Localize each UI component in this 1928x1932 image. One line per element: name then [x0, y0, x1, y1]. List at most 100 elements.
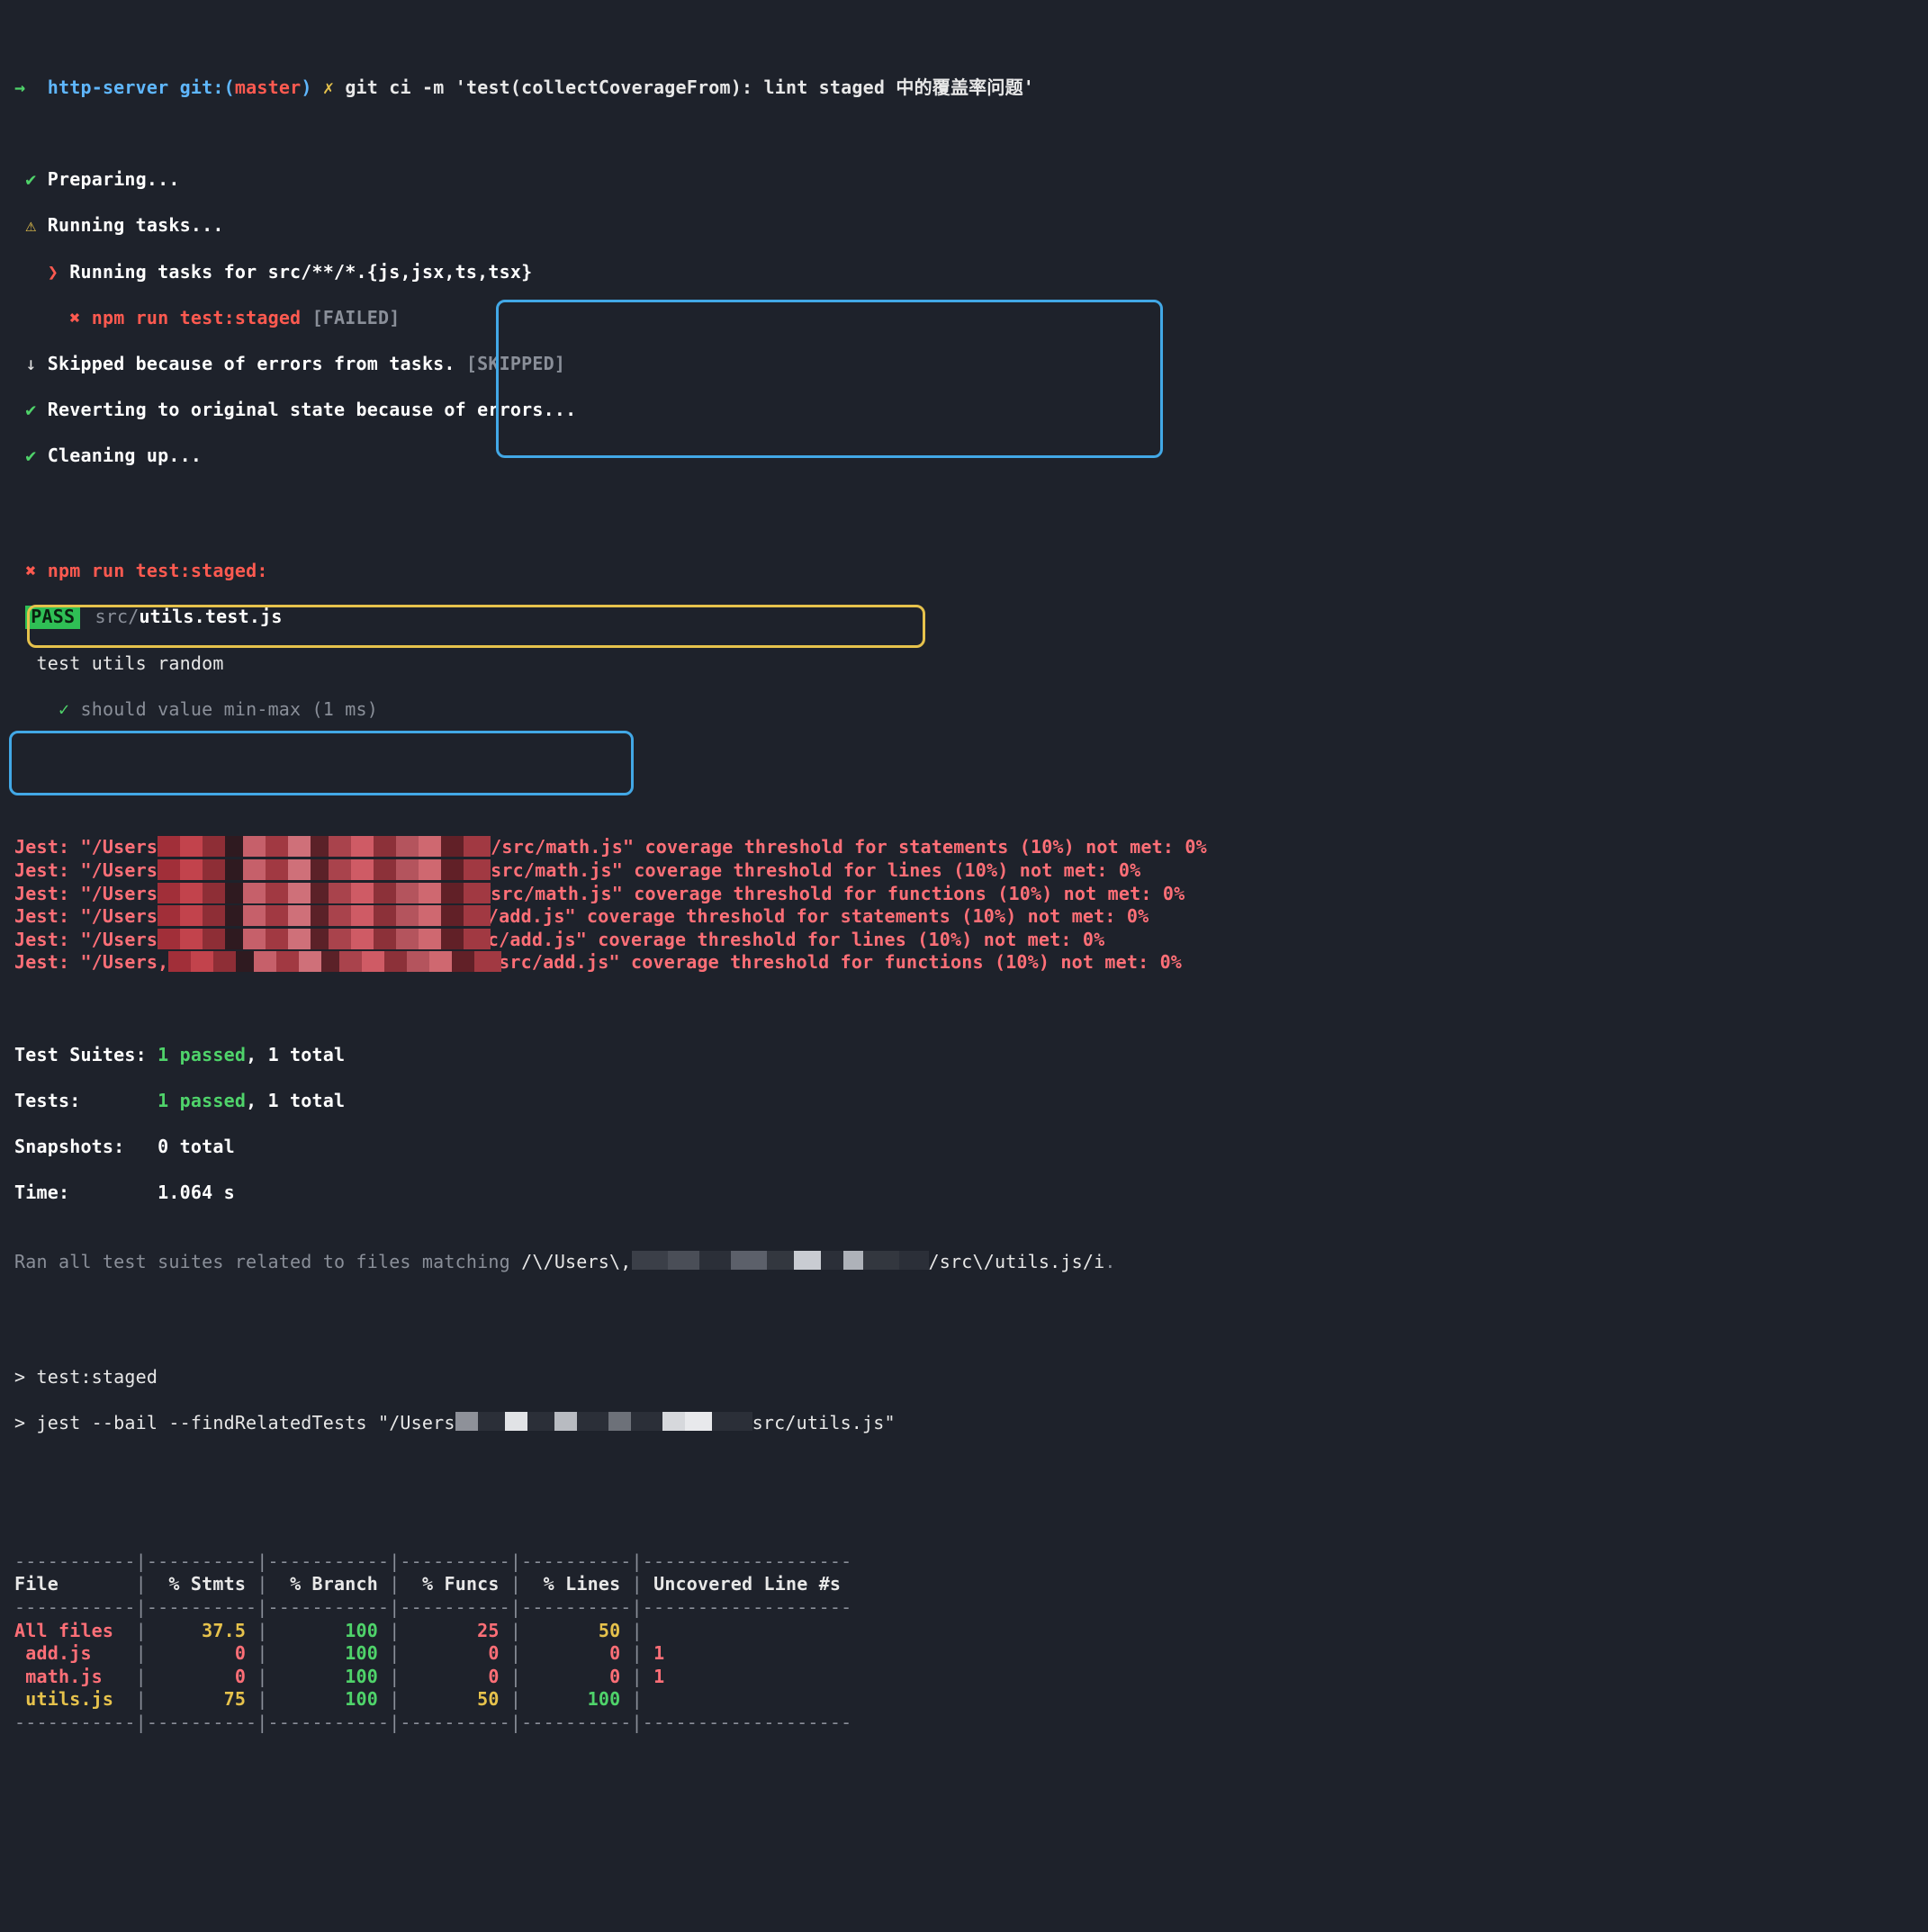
table-row: All files | 37.5 | 100 | 25 | 50 | — [14, 1620, 1928, 1643]
lint-revert-text: Reverting to original state because of e… — [48, 399, 577, 420]
lint-skip-text: Skipped because of errors from tasks. — [48, 353, 455, 374]
coverage-table: -----------|----------|-----------|-----… — [14, 1550, 1928, 1735]
jest-err-post: /math.js" coverage threshold for functio… — [524, 883, 1185, 904]
git-close: ) — [301, 76, 311, 98]
summary-snap-label: Snapshots: — [14, 1136, 124, 1157]
check-icon: ✔ — [25, 168, 36, 190]
jest-error-line: Jest: "/Users/src/add.js" coverage thres… — [14, 929, 1928, 952]
censored-path — [158, 883, 491, 903]
summary-suites-pass: 1 passed — [158, 1044, 246, 1065]
skipped-badge: [SKIPPED] — [466, 353, 565, 374]
ran-match-b: /src\/utils.js/i — [929, 1251, 1105, 1272]
cmd-b-post: src/utils.js" — [752, 1412, 896, 1433]
ran-prefix: Ran all test suites related to files mat… — [14, 1251, 521, 1272]
prompt-arrow-icon: → — [14, 76, 25, 98]
jest-error-line: Jest: "/Userssrc/add.js" coverage thresh… — [14, 905, 1928, 929]
jest-err-pre: Jest: "/Users — [14, 929, 158, 950]
table-row: math.js | 0 | 100 | 0 | 0 | 1 — [14, 1666, 1928, 1689]
lint-task-text: Running tasks for src/**/*.{js,jsx,ts,ts… — [69, 261, 532, 283]
jest-err-post: /add.js" coverage threshold for statemen… — [488, 905, 1149, 927]
summary-tests-pass: 1 passed — [158, 1090, 246, 1111]
jest-error-line: Jest: "/Users src/math.js" coverage thres… — [14, 883, 1928, 906]
lint-revert: ✔ Reverting to original state because of… — [14, 399, 1928, 422]
lint-skipped: ↓ Skipped because of errors from tasks. … — [14, 353, 1928, 376]
table-row: utils.js | 75 | 100 | 50 | 100 | — [14, 1688, 1928, 1712]
jest-err-pre: Jest: "/Users — [14, 836, 158, 858]
censored-path — [168, 951, 465, 972]
check-icon: ✔ — [25, 445, 36, 466]
prompt-dirty-icon: ✗ — [323, 76, 334, 98]
censored-path — [158, 836, 491, 857]
jest-error-line: Jest: "/Users,er/src/add.js" coverage th… — [14, 951, 1928, 975]
cmd-jest: > jest --bail --findRelatedTests "/Users… — [14, 1412, 1928, 1435]
jest-err-mid: /src — [491, 836, 535, 858]
pass-file: utils.test.js — [139, 606, 282, 627]
ran-dot: . — [1104, 1251, 1115, 1272]
jest-error-line: Jest: "/Users/src/math.js" coverage thre… — [14, 836, 1928, 859]
lint-preparing-text: Preparing... — [48, 168, 180, 190]
pass-badge: PASS — [25, 606, 80, 629]
cmd-b-pre: > jest --bail --findRelatedTests "/Users — [14, 1412, 455, 1433]
summary-snap-val: 0 total — [158, 1136, 235, 1157]
jest-err-mid: src — [491, 883, 524, 904]
lint-clean-text: Cleaning up... — [48, 445, 202, 466]
summary-tests-label: Tests: — [14, 1090, 80, 1111]
lint-task: ❯ Running tasks for src/**/*.{js,jsx,ts,… — [14, 261, 1928, 284]
jest-err-post: /add.js" coverage threshold for lines (1… — [499, 929, 1104, 950]
failed-badge: [FAILED] — [312, 307, 401, 328]
summary-time-val: 1.064 s — [158, 1182, 235, 1203]
censored-path — [632, 1251, 929, 1270]
cmd-test-staged: > test:staged — [14, 1366, 1928, 1389]
jest-err-pre: Jest: "/Users — [14, 905, 158, 927]
case-name: should value min-max (1 ms) — [80, 698, 378, 720]
lint-running-text: Running tasks... — [48, 214, 224, 236]
censored-path — [455, 1412, 752, 1431]
fail-icon: ✖ — [25, 560, 36, 581]
ran-match-a: /\/Users\, — [521, 1251, 631, 1272]
censored-path — [158, 929, 455, 949]
summary-suites-label: Test Suites: — [14, 1044, 147, 1065]
jest-error-line: Jest: "/Users src/math.js" coverage thres… — [14, 859, 1928, 883]
table-separator: -----------|----------|-----------|-----… — [14, 1596, 1928, 1620]
lint-failed: ✖ npm run test:staged [FAILED] — [14, 307, 1928, 330]
lint-running: ⚠ Running tasks... — [14, 214, 1928, 238]
suite-name: test utils random — [36, 652, 223, 674]
jest-pass-line: PASS src/utils.test.js — [14, 606, 1928, 629]
ran-line: Ran all test suites related to files mat… — [14, 1251, 1928, 1274]
summary-tests: Tests: 1 passed, 1 total — [14, 1090, 1928, 1113]
censored-path — [158, 905, 455, 926]
down-arrow-icon: ↓ — [25, 353, 36, 374]
summary-snapshots: Snapshots: 0 total — [14, 1136, 1928, 1159]
jest-err-pre: Jest: "/Users — [14, 859, 158, 881]
prompt-dir: http-server — [48, 76, 169, 98]
git-label: git:( — [180, 76, 235, 98]
jest-suite: test utils random — [14, 652, 1928, 676]
cmd-a: > test:staged — [14, 1366, 158, 1388]
chevron-right-icon: ❯ — [48, 261, 59, 283]
jest-case: ✓ should value min-max (1 ms) — [14, 698, 1928, 722]
summary-time: Time: 1.064 s — [14, 1182, 1928, 1205]
lint-failed-cmd: npm run test:staged — [92, 307, 302, 328]
summary-suites: Test Suites: 1 passed, 1 total — [14, 1044, 1928, 1067]
summary-suites-total: , 1 total — [246, 1044, 345, 1065]
jest-err-pre: Jest: "/Users — [14, 883, 158, 904]
jest-error-block: Jest: "/Users/src/math.js" coverage thre… — [14, 836, 1928, 975]
check-icon: ✓ — [59, 698, 69, 720]
fail-icon: ✖ — [69, 307, 80, 328]
table-separator: -----------|----------|-----------|-----… — [14, 1712, 1928, 1735]
prompt-command: git ci -m 'test(collectCoverageFrom): li… — [345, 76, 1034, 98]
jest-err-post: /math.js" coverage threshold for stateme… — [535, 836, 1207, 858]
lint-preparing: ✔ Preparing... — [14, 168, 1928, 192]
prompt-line: → http-server git:(master) ✗ git ci -m '… — [14, 76, 1928, 100]
terminal-output: → http-server git:(master) ✗ git ci -m '… — [0, 0, 1928, 1932]
jest-err-mid: src — [491, 859, 524, 881]
git-branch: master — [235, 76, 301, 98]
check-icon: ✔ — [25, 399, 36, 420]
summary-tests-total: , 1 total — [246, 1090, 345, 1111]
npm-fail-text: npm run test:staged: — [48, 560, 268, 581]
jest-err-post: /math.js" coverage threshold for lines (… — [524, 859, 1141, 881]
summary-time-label: Time: — [14, 1182, 69, 1203]
lint-clean: ✔ Cleaning up... — [14, 445, 1928, 468]
warn-icon: ⚠ — [25, 214, 36, 236]
table-row: add.js | 0 | 100 | 0 | 0 | 1 — [14, 1642, 1928, 1666]
